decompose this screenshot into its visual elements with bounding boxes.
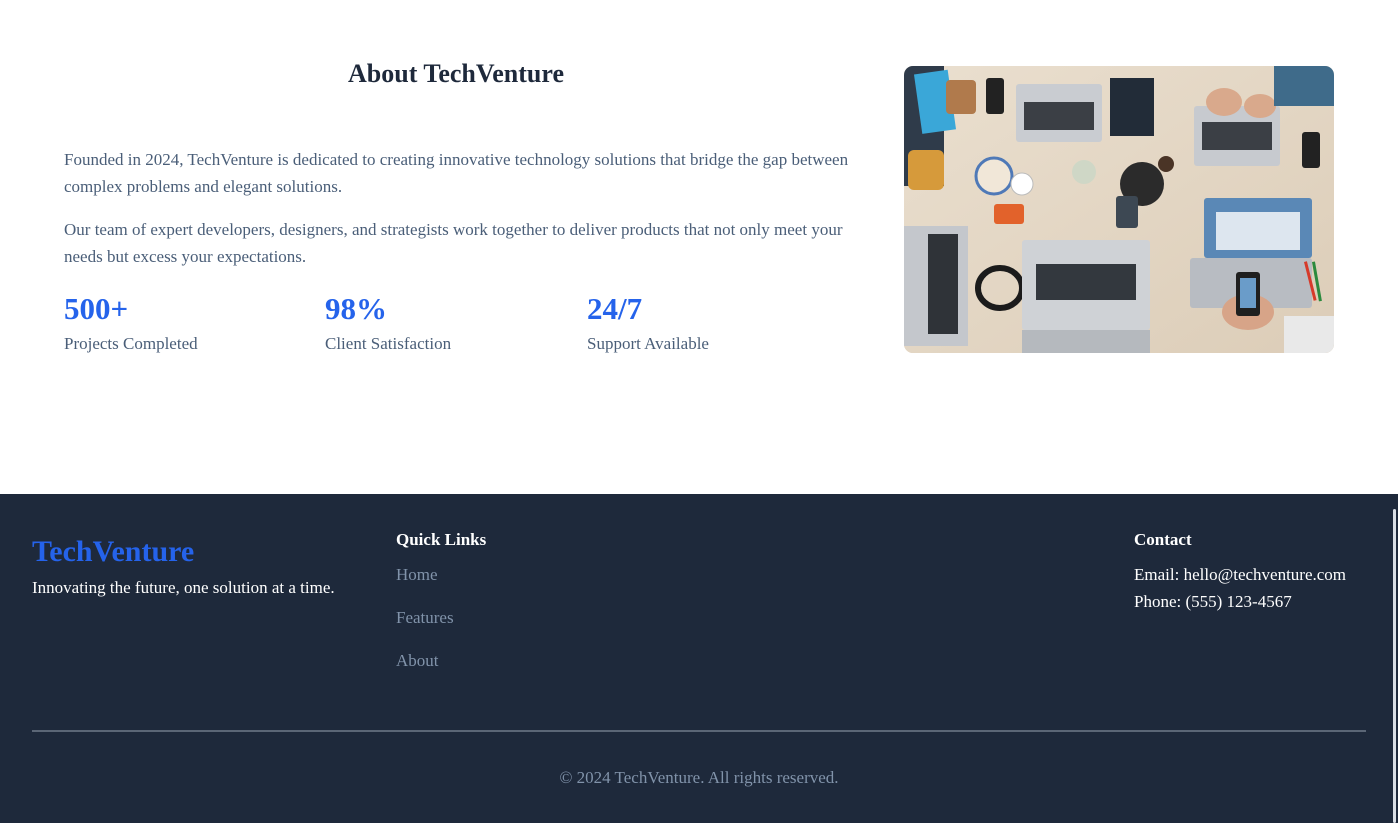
- about-paragraph-1: Founded in 2024, TechVenture is dedicate…: [64, 150, 849, 196]
- about-title: About TechVenture: [348, 59, 564, 88]
- footer-brand-logo[interactable]: TechVenture: [32, 534, 194, 570]
- footer-link-features[interactable]: Features: [396, 608, 454, 627]
- team-desk-laptops-photo-icon: [904, 66, 1334, 353]
- stat-support: 24/7 Support Available: [587, 290, 827, 355]
- footer-tagline: Innovating the future, one solution at a…: [32, 578, 335, 597]
- footer-divider: [32, 730, 1366, 732]
- about-section: About TechVenture Founded in 2024, TechV…: [0, 0, 1398, 494]
- page-scrollbar[interactable]: [1393, 509, 1396, 823]
- quick-links-heading: Quick Links: [396, 530, 487, 549]
- contact-phone[interactable]: Phone: (555) 123-4567: [1134, 591, 1292, 613]
- quick-links-list: Home Features About: [396, 564, 454, 693]
- stat-label: Support Available: [587, 334, 709, 353]
- footer-link-about[interactable]: About: [396, 651, 439, 670]
- stat-projects: 500+ Projects Completed: [64, 290, 304, 355]
- contact-email[interactable]: Email: hello@techventure.com: [1134, 564, 1346, 586]
- contact-heading: Contact: [1134, 530, 1192, 549]
- stats-row: 500+ Projects Completed 98% Client Satis…: [64, 290, 854, 370]
- stat-value: 24/7: [587, 291, 643, 326]
- footer-link-home[interactable]: Home: [396, 565, 438, 584]
- stat-value: 500+: [64, 291, 129, 326]
- quick-link-item: About: [396, 650, 454, 693]
- copyright-text: © 2024 TechVenture. All rights reserved.: [559, 768, 839, 787]
- site-footer: TechVenture Innovating the future, one s…: [0, 494, 1398, 823]
- quick-link-item: Features: [396, 607, 454, 650]
- team-desk-photo: [904, 66, 1334, 353]
- stat-satisfaction: 98% Client Satisfaction: [325, 290, 565, 355]
- stat-label: Client Satisfaction: [325, 334, 452, 353]
- quick-link-item: Home: [396, 564, 454, 607]
- about-paragraph-2: Our team of expert developers, designers…: [64, 220, 843, 266]
- stat-label: Projects Completed: [64, 334, 198, 353]
- stat-value: 98%: [325, 291, 387, 326]
